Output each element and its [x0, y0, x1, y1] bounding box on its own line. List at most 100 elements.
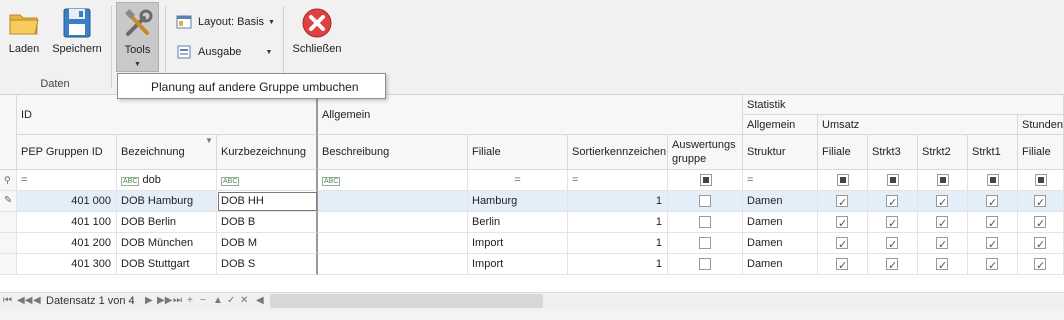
- table-cell[interactable]: [868, 191, 918, 212]
- table-cell[interactable]: [918, 191, 968, 212]
- row-checkbox[interactable]: [1034, 214, 1046, 232]
- row-checkbox[interactable]: [1034, 256, 1046, 274]
- table-cell[interactable]: 401 200: [17, 233, 117, 254]
- table-cell[interactable]: [918, 233, 968, 254]
- filter-structure[interactable]: =: [743, 170, 818, 191]
- row-checkbox[interactable]: [986, 214, 998, 232]
- column-header-name[interactable]: Bezeichnung ▼: [117, 135, 217, 170]
- table-cell[interactable]: 1: [568, 212, 668, 233]
- filter-icon[interactable]: ▼: [205, 136, 213, 145]
- table-cell[interactable]: Hamburg: [468, 191, 568, 212]
- column-header-eval-group[interactable]: Auswertungs gruppe: [668, 135, 743, 170]
- row-checkbox[interactable]: [836, 235, 848, 253]
- table-cell[interactable]: [318, 212, 468, 233]
- prev-page-icon[interactable]: ◀◀: [17, 295, 32, 306]
- row-checkbox[interactable]: [699, 195, 711, 207]
- filter-revenue-branch[interactable]: [818, 170, 868, 191]
- table-cell[interactable]: [318, 233, 468, 254]
- table-cell[interactable]: [968, 254, 1018, 275]
- delete-record-icon[interactable]: −: [200, 295, 206, 306]
- row-checkbox[interactable]: [1034, 193, 1046, 211]
- table-cell[interactable]: Import: [468, 254, 568, 275]
- table-cell[interactable]: [918, 212, 968, 233]
- table-cell[interactable]: 1: [568, 254, 668, 275]
- menu-item-rebook-planning[interactable]: Planung auf andere Gruppe umbuchen: [151, 80, 359, 94]
- table-cell[interactable]: DOB B: [217, 212, 318, 233]
- table-cell[interactable]: DOB Berlin: [117, 212, 217, 233]
- first-record-icon[interactable]: ⏮: [3, 295, 12, 306]
- row-checkbox[interactable]: [836, 256, 848, 274]
- filter-checkbox[interactable]: [700, 174, 712, 186]
- table-cell[interactable]: [318, 191, 468, 212]
- last-record-icon[interactable]: ⏭: [173, 295, 182, 306]
- row-checkbox[interactable]: [936, 256, 948, 274]
- row-checkbox[interactable]: [836, 193, 848, 211]
- table-cell[interactable]: 401 100: [17, 212, 117, 233]
- column-header-pep-id[interactable]: PEP Gruppen ID: [17, 135, 117, 170]
- save-button[interactable]: Speichern: [52, 2, 102, 62]
- row-checkbox[interactable]: [986, 193, 998, 211]
- row-checkbox[interactable]: [1034, 235, 1046, 253]
- table-cell[interactable]: [868, 212, 918, 233]
- row-checkbox[interactable]: [936, 214, 948, 232]
- editing-cell[interactable]: DOB HH: [217, 191, 318, 212]
- row-checkbox[interactable]: [699, 258, 711, 270]
- table-cell[interactable]: [968, 191, 1018, 212]
- table-cell[interactable]: DOB Stuttgart: [117, 254, 217, 275]
- table-cell[interactable]: [668, 191, 743, 212]
- add-record-icon[interactable]: +: [187, 295, 193, 306]
- cancel-record-icon[interactable]: ✕: [240, 295, 248, 306]
- filter-eval-group[interactable]: [668, 170, 743, 191]
- load-button[interactable]: Laden: [4, 2, 44, 62]
- table-cell[interactable]: [818, 254, 868, 275]
- filter-description[interactable]: ABC: [318, 170, 468, 191]
- next-page-icon[interactable]: ▶▶: [157, 295, 172, 306]
- row-checkbox[interactable]: [886, 235, 898, 253]
- table-cell[interactable]: [818, 191, 868, 212]
- column-header-strkt3[interactable]: Strkt3: [868, 135, 918, 170]
- table-cell[interactable]: [318, 254, 468, 275]
- filter-strkt2[interactable]: [918, 170, 968, 191]
- table-cell[interactable]: DOB München: [117, 233, 217, 254]
- table-cell[interactable]: 1: [568, 233, 668, 254]
- filter-short[interactable]: ABC: [217, 170, 318, 191]
- row-indicator[interactable]: ✎: [0, 191, 17, 212]
- table-cell[interactable]: [1018, 233, 1064, 254]
- next-record-icon[interactable]: ▶: [145, 295, 153, 306]
- column-header-revenue-branch[interactable]: Filiale: [818, 135, 868, 170]
- table-cell[interactable]: DOB Hamburg: [117, 191, 217, 212]
- filter-name[interactable]: ABC dob: [117, 170, 217, 191]
- table-cell[interactable]: [818, 233, 868, 254]
- table-cell[interactable]: [818, 212, 868, 233]
- row-checkbox[interactable]: [886, 193, 898, 211]
- table-cell[interactable]: [968, 233, 1018, 254]
- table-cell[interactable]: [968, 212, 1018, 233]
- row-checkbox[interactable]: [986, 256, 998, 274]
- table-cell[interactable]: Damen: [743, 254, 818, 275]
- edit-record-icon[interactable]: ▲: [213, 295, 223, 306]
- column-header-sort[interactable]: Sortierkennzeichen: [568, 135, 668, 170]
- table-cell[interactable]: Damen: [743, 191, 818, 212]
- row-checkbox[interactable]: [699, 237, 711, 249]
- row-indicator[interactable]: [0, 254, 17, 275]
- filter-sort[interactable]: =: [568, 170, 668, 191]
- table-cell[interactable]: [668, 212, 743, 233]
- filter-strkt3[interactable]: [868, 170, 918, 191]
- confirm-record-icon[interactable]: ✓: [227, 295, 235, 306]
- table-cell[interactable]: 1: [568, 191, 668, 212]
- table-cell[interactable]: Damen: [743, 233, 818, 254]
- column-header-hours-branch[interactable]: Filiale: [1018, 135, 1064, 170]
- output-button[interactable]: Ausgabe ▼: [176, 42, 272, 62]
- horizontal-scrollbar-thumb[interactable]: [270, 294, 543, 308]
- column-header-description[interactable]: Beschreibung: [318, 135, 468, 170]
- filter-checkbox[interactable]: [937, 174, 949, 186]
- filter-checkbox[interactable]: [887, 174, 899, 186]
- table-cell[interactable]: [1018, 191, 1064, 212]
- column-header-short[interactable]: Kurzbezeichnung: [217, 135, 318, 170]
- column-header-structure[interactable]: Struktur: [743, 135, 818, 170]
- table-cell[interactable]: Berlin: [468, 212, 568, 233]
- table-cell[interactable]: [868, 254, 918, 275]
- scroll-left-icon[interactable]: ◀: [256, 295, 264, 306]
- filter-checkbox[interactable]: [1035, 174, 1047, 186]
- filter-hours-branch[interactable]: [1018, 170, 1064, 191]
